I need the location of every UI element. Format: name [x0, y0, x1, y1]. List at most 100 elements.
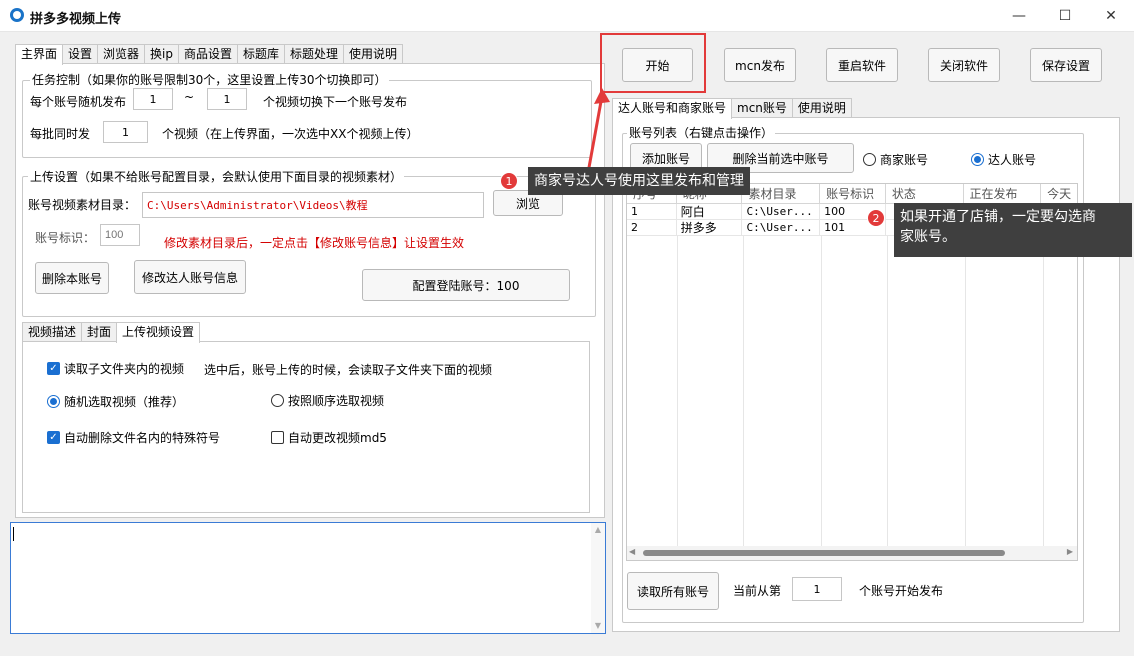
radio-unselected-icon[interactable] [271, 394, 284, 407]
task-control-group [22, 80, 592, 158]
grid-line [1043, 236, 1044, 546]
cell-no: 2 [627, 220, 677, 235]
grid-horizontal-scrollbar[interactable]: ◀ ▶ [627, 546, 1077, 560]
tab-mcn-accounts[interactable]: mcn账号 [731, 98, 793, 118]
start-button[interactable]: 开始 [622, 48, 693, 82]
log-scrollbar[interactable]: ▲ ▼ [591, 523, 605, 633]
start-account-input[interactable]: 1 [792, 577, 842, 601]
material-dir-note: 修改素材目录后，一定点击【修改账号信息】让设置生效 [164, 236, 465, 250]
text-cursor [13, 527, 14, 541]
callout-2-line-2: 家账号。 [900, 229, 956, 245]
scroll-left-icon[interactable]: ◀ [629, 547, 635, 556]
grid-line [965, 236, 966, 546]
batch-count-input[interactable]: 1 [103, 121, 148, 143]
grid-line [677, 236, 678, 546]
random-max-input[interactable]: 1 [207, 88, 247, 110]
col-header[interactable]: 今天 [1041, 184, 1077, 203]
talent-account-option[interactable]: 达人账号 [971, 151, 1036, 168]
arrow-head-icon [594, 88, 610, 104]
main-tabs: 主界面 设置 浏览器 换ip 商品设置 标题库 标题处理 使用说明 [15, 44, 404, 65]
task-control-title: 任务控制（如果你的账号限制30个，这里设置上传30个切换即可） [30, 73, 389, 87]
grid-line [887, 236, 888, 546]
sub-tabs: 视频描述 封面 上传视频设置 [22, 322, 201, 343]
cell-dir: C:\User... [742, 220, 821, 235]
tab-talent-merchant-accounts[interactable]: 达人账号和商家账号 [612, 98, 733, 119]
col-header[interactable]: 正在发布 [964, 184, 1042, 203]
close-software-button[interactable]: 关闭软件 [928, 48, 1000, 82]
checkbox-checked-icon[interactable]: ✓ [47, 431, 60, 444]
checkbox-checked-icon[interactable]: ✓ [47, 362, 60, 375]
read-subfolder-label: 读取子文件夹内的视频 [64, 362, 185, 376]
radio-unselected-icon[interactable] [863, 153, 876, 166]
talent-account-label: 达人账号 [988, 153, 1037, 167]
col-header[interactable]: 素材目录 [742, 184, 821, 203]
account-id-label: 账号标识： [35, 231, 96, 245]
start-from-suffix: 个账号开始发布 [859, 584, 944, 598]
col-header[interactable]: 账号标识 [820, 184, 886, 203]
tab-product-settings[interactable]: 商品设置 [178, 44, 239, 64]
account-list-title: 账号列表（右键点击操作） [627, 126, 776, 140]
log-textarea[interactable]: ▲ ▼ [10, 522, 606, 634]
tab-title-library[interactable]: 标题库 [237, 44, 286, 64]
minimize-button[interactable]: — [996, 0, 1042, 32]
arrow-line [586, 95, 604, 174]
scroll-down-icon[interactable]: ▼ [591, 619, 605, 633]
tab-upload-video-settings[interactable]: 上传视频设置 [116, 322, 201, 343]
tab-title-processing[interactable]: 标题处理 [284, 44, 345, 64]
random-select-label: 随机选取视频（推荐） [64, 395, 185, 409]
read-subfolder-option[interactable]: ✓ 读取子文件夹内的视频 [47, 360, 184, 377]
tab-main[interactable]: 主界面 [15, 44, 64, 65]
start-from-label: 当前从第 [733, 584, 782, 598]
scroll-thumb[interactable] [643, 550, 1005, 556]
account-id-input[interactable] [100, 224, 140, 246]
batch-label: 每批同时发 [30, 127, 91, 141]
radio-selected-icon[interactable] [47, 395, 60, 408]
callout-tooltip-2: 如果开通了店铺，一定要勾选商 家账号。 [894, 203, 1132, 257]
read-all-accounts-button[interactable]: 读取所有账号 [627, 572, 719, 610]
cell-no: 1 [627, 204, 677, 219]
material-dir-input[interactable]: C:\Users\Administrator\Videos\教程 [142, 192, 484, 218]
material-dir-label: 账号视频素材目录： [28, 198, 137, 212]
change-md5-label: 自动更改视频md5 [288, 431, 387, 445]
radio-selected-icon[interactable] [971, 153, 984, 166]
tab-video-description[interactable]: 视频描述 [22, 322, 83, 342]
close-window-button[interactable]: ✕ [1088, 0, 1134, 32]
merchant-account-label: 商家账号 [880, 153, 929, 167]
change-md5-option[interactable]: 自动更改视频md5 [271, 429, 387, 446]
merchant-account-option[interactable]: 商家账号 [863, 151, 928, 168]
tab-browser[interactable]: 浏览器 [97, 44, 146, 64]
restart-software-button[interactable]: 重启软件 [826, 48, 898, 82]
callout-tooltip-1: 商家号达人号使用这里发布和管理 [528, 167, 750, 195]
app-logo-icon [10, 8, 24, 22]
col-header[interactable]: 状态 [886, 184, 964, 203]
tab-instructions[interactable]: 使用说明 [343, 44, 404, 64]
config-login-button[interactable]: 配置登陆账号：100 [362, 269, 570, 301]
maximize-button[interactable]: ☐ [1042, 0, 1088, 32]
tab-change-ip[interactable]: 换ip [144, 44, 179, 64]
mcn-publish-button[interactable]: mcn发布 [724, 48, 796, 82]
tab-cover[interactable]: 封面 [81, 322, 118, 342]
tab-account-instructions[interactable]: 使用说明 [791, 98, 852, 118]
sequential-select-label: 按照顺序选取视频 [288, 394, 385, 408]
random-min-input[interactable]: 1 [133, 88, 173, 110]
account-tabs: 达人账号和商家账号 mcn账号 使用说明 [612, 98, 852, 119]
tab-settings[interactable]: 设置 [62, 44, 99, 64]
upload-settings-title: 上传设置（如果不给账号配置目录，会默认使用下面目录的视频素材） [28, 170, 405, 184]
callout-2-line-1: 如果开通了店铺，一定要勾选商 [900, 209, 1096, 225]
scroll-up-icon[interactable]: ▲ [591, 523, 605, 537]
remove-special-chars-option[interactable]: ✓ 自动删除文件名内的特殊符号 [47, 429, 220, 446]
delete-account-button[interactable]: 删除本账号 [35, 262, 109, 294]
cell-name: 拼多多 [677, 220, 743, 235]
sequential-select-option[interactable]: 按照顺序选取视频 [271, 392, 384, 409]
cell-dir: C:\User... [742, 204, 821, 219]
modify-talent-info-button[interactable]: 修改达人账号信息 [134, 260, 246, 294]
range-separator: ~ [184, 90, 195, 104]
save-settings-button[interactable]: 保存设置 [1030, 48, 1102, 82]
scroll-right-icon[interactable]: ▶ [1067, 547, 1073, 556]
batch-suffix-label: 个视频（在上传界面，一次选中XX个视频上传） [162, 127, 419, 141]
random-select-option[interactable]: 随机选取视频（推荐） [47, 393, 184, 410]
grid-line [743, 236, 744, 546]
title-bar: 拼多多视频上传 — ☐ ✕ [0, 0, 1134, 32]
read-subfolder-desc: 选中后，账号上传的时候，会读取子文件夹下面的视频 [204, 363, 493, 377]
checkbox-unchecked-icon[interactable] [271, 431, 284, 444]
